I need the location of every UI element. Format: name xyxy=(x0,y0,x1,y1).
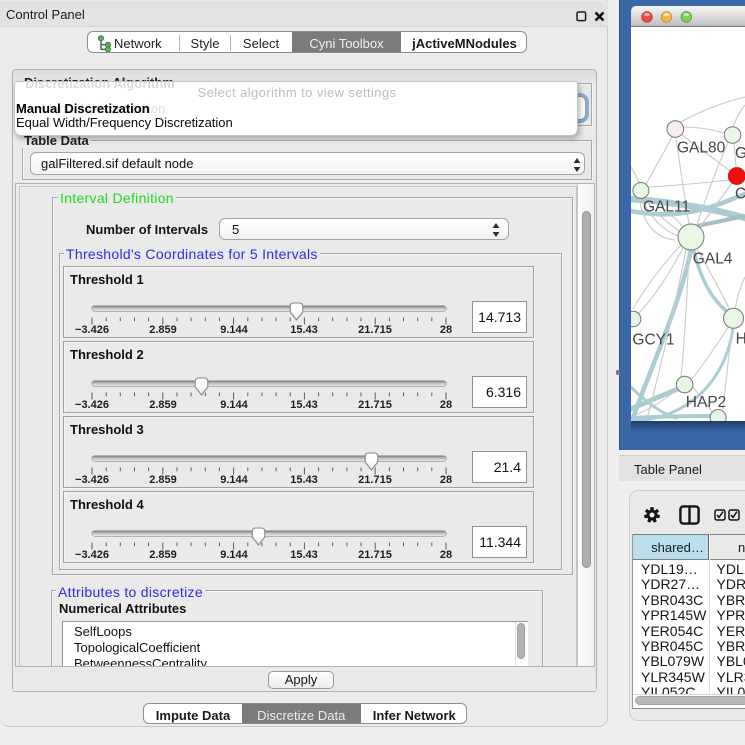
svg-text:GCY1: GCY1 xyxy=(632,331,674,348)
svg-text:HAP2: HAP2 xyxy=(686,394,727,411)
svg-text:GAL11: GAL11 xyxy=(643,199,690,216)
svg-text:GAL4: GAL4 xyxy=(693,250,733,267)
svg-text:GA: GA xyxy=(735,145,745,162)
svg-text:GAL80: GAL80 xyxy=(677,139,726,156)
svg-text:CY: CY xyxy=(735,186,745,203)
svg-text:HA: HA xyxy=(736,330,745,347)
